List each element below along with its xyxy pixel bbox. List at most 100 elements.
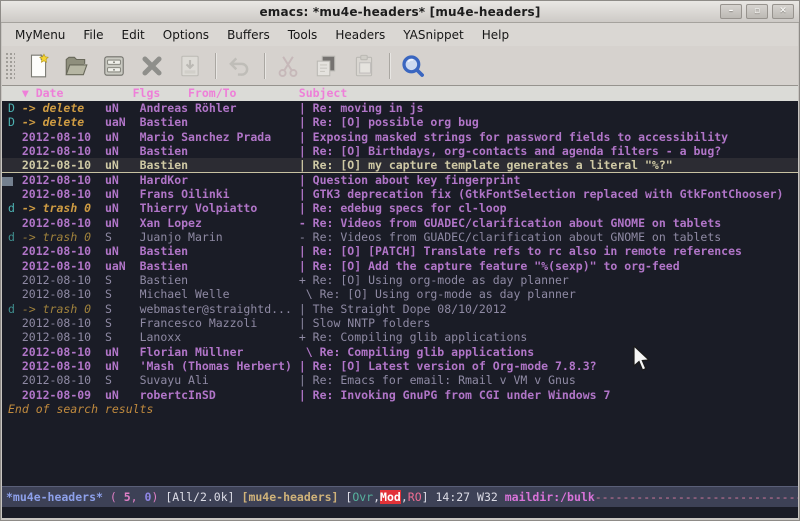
search-button[interactable]	[398, 51, 428, 81]
message-row[interactable]: d -> trash 0 S webmaster@straightd... | …	[8, 302, 798, 316]
toolbar-separator	[389, 53, 390, 79]
toolbar-separator	[215, 53, 216, 79]
menu-item-options[interactable]: Options	[154, 25, 218, 45]
save-icon	[101, 53, 127, 79]
message-row[interactable]: D -> delete uN Andreas Röhler | Re: movi…	[8, 101, 798, 115]
subject-cell: | Re: edebug specs for cl-loop	[299, 201, 507, 215]
delete-icon	[139, 53, 165, 79]
menu-item-mymenu[interactable]: MyMenu	[6, 25, 74, 45]
message-row[interactable]: 2012-08-10 S Suvayu Ali | Re: Emacs for …	[8, 373, 798, 387]
minimize-button[interactable]: –	[720, 4, 742, 19]
menu-item-tools[interactable]: Tools	[279, 25, 327, 45]
message-row[interactable]: 2012-08-10 S Michael Welle \ Re: [O] Usi…	[8, 287, 798, 301]
mark-target: -> delete	[22, 115, 105, 129]
message-row[interactable]: 2012-08-10 S Bastien + Re: [O] Using org…	[8, 273, 798, 287]
mode-line: *mu4e-headers* ( 5, 0) [All/2.0k] [mu4e-…	[2, 486, 798, 507]
message-row[interactable]: 2012-08-10 uN Florian Müllner \ Re: Comp…	[8, 345, 798, 359]
from-cell: Mario Sanchez Prada	[140, 130, 299, 144]
subject-cell: | Re: moving in js	[299, 101, 424, 115]
subject-cell: | The Straight Dope 08/10/2012	[299, 302, 507, 316]
mark-indicator	[8, 359, 22, 373]
message-row[interactable]: 2012-08-10 uN Xan Lopez - Re: Videos fro…	[8, 216, 798, 230]
subject-cell: | Re: [O] Latest version of Org-mode 7.8…	[299, 359, 597, 373]
close-button[interactable]: ✕	[772, 4, 794, 19]
delete-button[interactable]	[137, 51, 167, 81]
menu-item-edit[interactable]: Edit	[113, 25, 154, 45]
mark-indicator	[8, 158, 22, 172]
title-bar: emacs: *mu4e-headers* [mu4e-headers] –▫✕	[1, 1, 799, 23]
from-cell: robertcInSD	[140, 388, 299, 402]
date-cell: 2012-08-10	[22, 158, 105, 172]
message-row[interactable]: 2012-08-10 uN Bastien | Re: [O] Birthday…	[8, 144, 798, 158]
from-cell: Lanoxx	[140, 330, 299, 344]
message-row[interactable]: 2012-08-09 uN robertcInSD | Re: Invoking…	[8, 388, 798, 402]
from-cell: HardKor	[140, 173, 299, 187]
from-cell: Bastien	[140, 259, 299, 273]
message-row[interactable]: 2012-08-10 uN Bastien | Re: [O] [PATCH] …	[8, 244, 798, 258]
save-button[interactable]	[99, 51, 129, 81]
mark-indicator	[8, 345, 22, 359]
modeline-segment-plain: ]	[422, 490, 436, 504]
cut-icon	[275, 53, 301, 79]
subject-cell: + Re: [O] Using org-mode as day planner	[299, 273, 569, 287]
flags-cell: uN	[105, 345, 140, 359]
message-row[interactable]: 2012-08-10 uaN Bastien | Re: [O] Add the…	[8, 259, 798, 273]
modeline-segment-plain: 14:27 W32	[435, 490, 504, 504]
toolbar-grip-handle[interactable]	[5, 52, 15, 80]
from-cell: Juanjo Marin	[140, 230, 299, 244]
menu-item-yasnippet[interactable]: YASnippet	[394, 25, 473, 45]
paste-button	[349, 51, 379, 81]
date-cell: 2012-08-10	[22, 144, 105, 158]
mark-indicator	[8, 144, 22, 158]
menu-item-buffers[interactable]: Buffers	[218, 25, 279, 45]
window-buttons: –▫ ✕	[720, 4, 794, 19]
subject-cell: - Re: Videos from GUADEC/clarification a…	[299, 230, 721, 244]
subject-cell: + Re: Compiling glib applications	[299, 330, 527, 344]
subject-cell: | Exposing masked strings for password f…	[299, 130, 728, 144]
message-row[interactable]: D -> delete uaN Bastien | Re: [O] possib…	[8, 115, 798, 129]
modeline-segment-pink: ,	[131, 490, 145, 504]
modeline-segment-mod: Mod	[380, 490, 401, 504]
mark-indicator	[8, 388, 22, 402]
message-row[interactable]: 2012-08-10 S Francesco Mazzoli | Slow NN…	[8, 316, 798, 330]
message-row[interactable]: 2012-08-10 uN Frans Oilinki | GTK3 depre…	[8, 187, 798, 201]
message-row[interactable]: 2012-08-10 uN Bastien | Re: [O] my captu…	[2, 158, 798, 172]
from-cell: Bastien	[140, 158, 299, 172]
subject-cell: | Re: Invoking GnuPG from CGI under Wind…	[299, 388, 611, 402]
date-cell: 2012-08-10	[22, 330, 105, 344]
subject-cell: \ Re: Compiling glib applications	[299, 345, 534, 359]
toolbar-separator	[264, 53, 265, 79]
maximize-button[interactable]: ▫	[746, 4, 768, 19]
mark-target: -> delete	[22, 101, 105, 115]
mark-indicator: d	[8, 201, 22, 215]
menu-item-help[interactable]: Help	[473, 25, 518, 45]
message-row[interactable]: 2012-08-10 uN 'Mash (Thomas Herbert) | R…	[8, 359, 798, 373]
headers-column-header: ▼ Date Flgs From/To Subject	[2, 86, 798, 101]
copy-button	[311, 51, 341, 81]
date-cell: 2012-08-10	[22, 287, 105, 301]
message-row[interactable]: 2012-08-10 uN HardKor | Question about k…	[8, 173, 798, 187]
modeline-segment-rose: RO	[408, 490, 422, 504]
modeline-segment-plain: ,	[401, 490, 408, 504]
flags-cell: uN	[105, 144, 140, 158]
message-row[interactable]: 2012-08-10 uN Mario Sanchez Prada | Expo…	[8, 130, 798, 144]
modeline-segment-plain	[103, 490, 110, 504]
new-file-button[interactable]	[23, 51, 53, 81]
message-row[interactable]: d -> trash 0 S Juanjo Marin - Re: Videos…	[8, 230, 798, 244]
flags-cell: uN	[105, 187, 140, 201]
modeline-segment-plain: [All/2.0k]	[165, 490, 234, 504]
message-row[interactable]: d -> trash 0 uN Thierry Volpiatto | Re: …	[8, 201, 798, 215]
headers-list: D -> delete uN Andreas Röhler | Re: movi…	[2, 101, 798, 486]
subject-cell: | Re: [O] my capture template generates …	[299, 158, 673, 172]
subject-cell: - Re: Videos from GUADEC/clarification a…	[299, 216, 721, 230]
message-row[interactable]: 2012-08-10 S Lanoxx + Re: Compiling glib…	[8, 330, 798, 344]
open-folder-button[interactable]	[61, 51, 91, 81]
copy-icon	[313, 53, 339, 79]
flags-cell: S	[105, 287, 140, 301]
menu-item-headers[interactable]: Headers	[326, 25, 394, 45]
modeline-segment-pink: (	[110, 490, 124, 504]
from-cell: Andreas Röhler	[140, 101, 299, 115]
echo-area	[2, 507, 798, 518]
date-cell: 2012-08-10	[22, 345, 105, 359]
menu-item-file[interactable]: File	[74, 25, 112, 45]
